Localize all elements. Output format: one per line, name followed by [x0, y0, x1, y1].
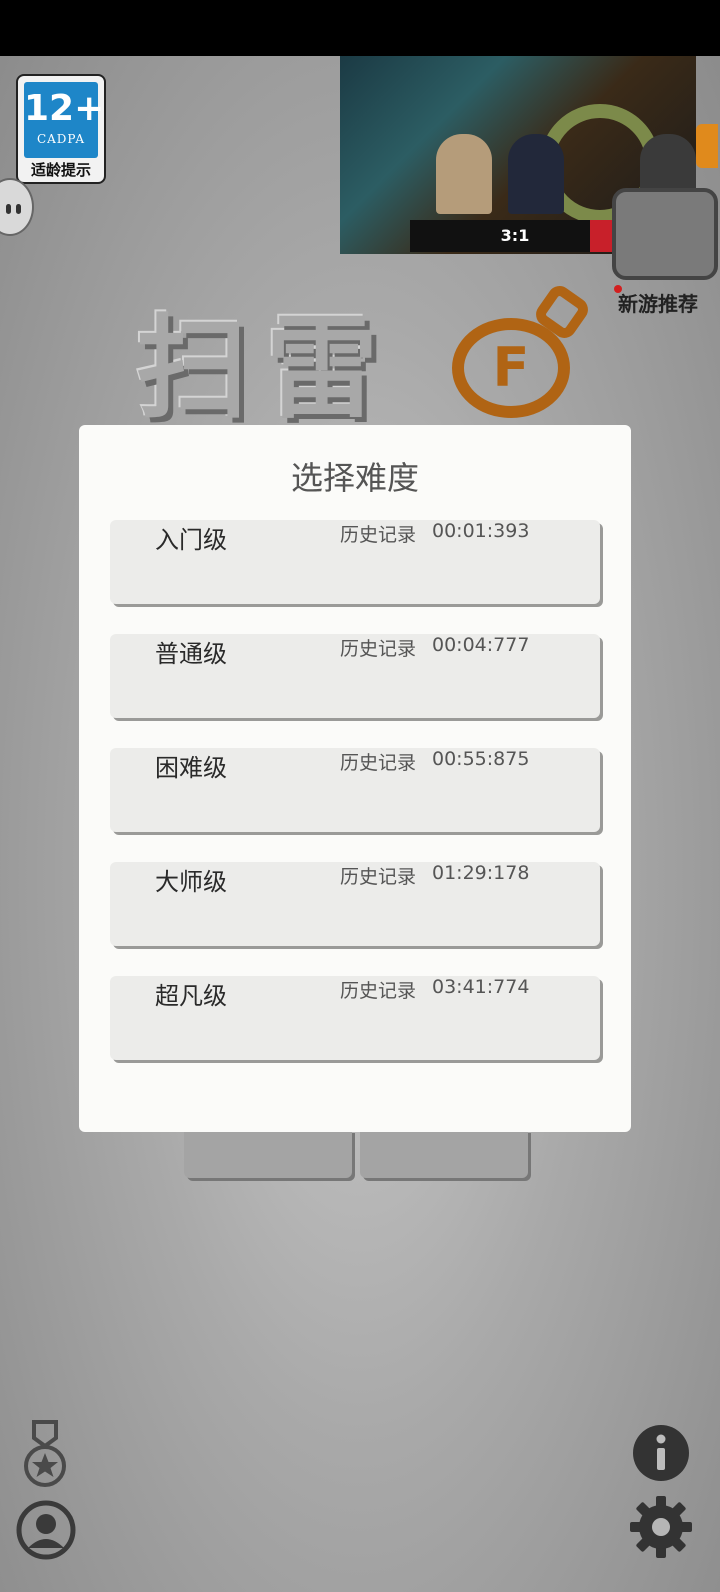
- level-record-time: 01:29:178: [432, 862, 530, 884]
- bomb-logo-icon: F: [452, 318, 570, 418]
- video-person: [508, 134, 564, 214]
- age-rating-badge[interactable]: 12+ CADPA 适龄提示: [16, 74, 106, 184]
- level-button-normal[interactable]: 普通级 历史记录 00:04:777: [110, 634, 600, 718]
- level-record-time: 00:01:393: [432, 520, 530, 542]
- level-name: 大师级: [155, 868, 227, 896]
- level-name: 超凡级: [155, 982, 227, 1010]
- new-games-button[interactable]: [612, 188, 718, 280]
- info-icon[interactable]: [632, 1424, 690, 1482]
- age-rating-label: 适龄提示: [30, 161, 91, 179]
- level-record-time: 00:55:875: [432, 748, 530, 770]
- level-record-label: 历史记录: [340, 638, 417, 660]
- video-person: [436, 134, 492, 214]
- video-score: 3:1: [500, 226, 530, 245]
- video-side-tab[interactable]: [696, 124, 718, 168]
- age-rating-logo: 12+ CADPA: [24, 82, 105, 158]
- status-bar: [0, 0, 720, 56]
- level-button-master[interactable]: 大师级 历史记录 01:29:178: [110, 862, 600, 946]
- age-rating-org: CADPA: [36, 132, 86, 146]
- bomb-letter: F: [492, 336, 530, 399]
- level-record-label: 历史记录: [340, 980, 417, 1002]
- level-button-hard[interactable]: 困难级 历史记录 00:55:875: [110, 748, 600, 832]
- level-record-label: 历史记录: [340, 866, 417, 888]
- background-button: [360, 1130, 528, 1178]
- level-name: 困难级: [155, 754, 227, 782]
- background-button: [184, 1130, 352, 1178]
- dialog-title: 选择难度: [290, 459, 419, 497]
- user-icon[interactable]: [16, 1500, 76, 1560]
- age-rating-number: 12+: [24, 88, 105, 129]
- level-name: 入门级: [155, 526, 227, 554]
- level-record-time: 03:41:774: [432, 976, 530, 998]
- medal-icon[interactable]: [20, 1420, 70, 1490]
- level-record-label: 历史记录: [340, 752, 417, 774]
- new-games-label[interactable]: 新游推荐: [618, 288, 698, 317]
- level-button-extraordinary[interactable]: 超凡级 历史记录 03:41:774: [110, 976, 600, 1060]
- level-record-label: 历史记录: [340, 524, 417, 546]
- level-name: 普通级: [155, 640, 227, 668]
- difficulty-dialog: 选择难度 入门级 历史记录 00:01:393 普通级 历史记录 00:04:7…: [79, 425, 631, 1132]
- video-score-bar: 3:1: [410, 220, 620, 252]
- level-button-beginner[interactable]: 入门级 历史记录 00:01:393: [110, 520, 600, 604]
- level-record-time: 00:04:777: [432, 634, 530, 656]
- chat-bubble-icon[interactable]: [0, 178, 34, 236]
- gear-icon[interactable]: [630, 1496, 692, 1558]
- game-title: 扫雷: [136, 304, 396, 434]
